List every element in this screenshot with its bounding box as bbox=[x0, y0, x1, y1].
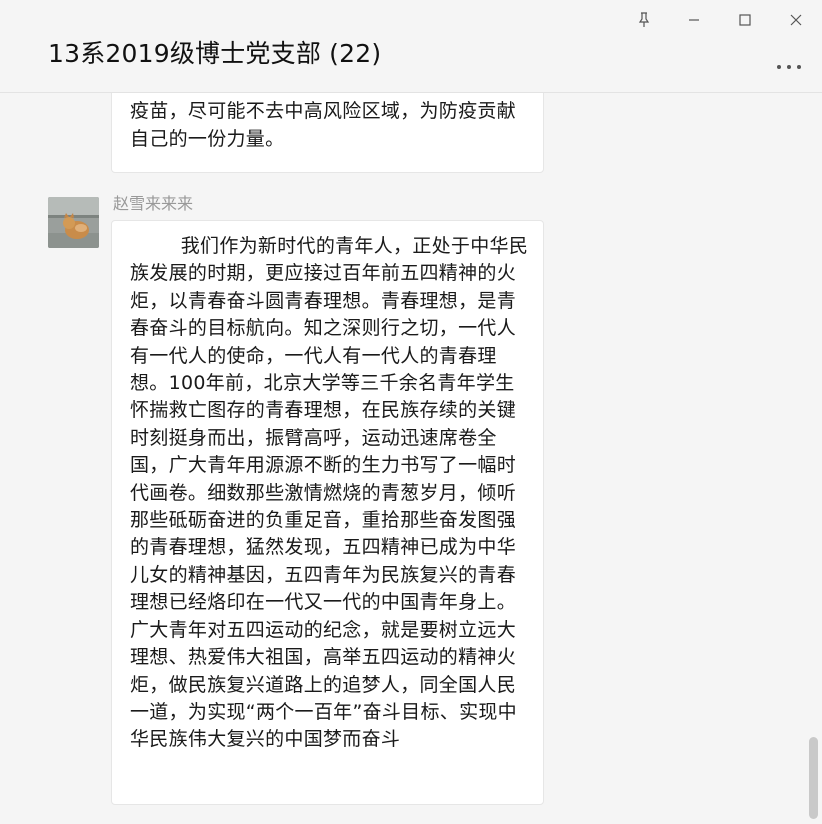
avatar[interactable] bbox=[48, 197, 99, 248]
message-bubble[interactable]: 又遵守政府、学校的防疫规定，积极接种注射疫苗，尽可能不去中高风险区域，为防疫贡献… bbox=[111, 93, 544, 173]
close-icon[interactable] bbox=[782, 6, 810, 34]
message-text: 又遵守政府、学校的防疫规定，积极接种注射疫苗，尽可能不去中高风险区域，为防疫贡献… bbox=[130, 93, 517, 150]
more-options-icon[interactable] bbox=[772, 54, 806, 74]
chat-title: 13系2019级博士党支部 (22) bbox=[48, 39, 382, 68]
message-bubble[interactable]: 我们作为新时代的青年人，正处于中华民族发展的时期，更应接过百年前五四精神的火炬，… bbox=[111, 220, 544, 805]
sender-name: 赵雪来来来 bbox=[113, 194, 194, 213]
chat-message-area[interactable]: 又遵守政府、学校的防疫规定，积极接种注射疫苗，尽可能不去中高风险区域，为防疫贡献… bbox=[0, 93, 822, 824]
title-bar: 13系2019级博士党支部 (22) bbox=[0, 0, 822, 93]
minimize-icon[interactable] bbox=[680, 6, 708, 34]
scrollbar-track[interactable] bbox=[806, 93, 821, 824]
maximize-icon[interactable] bbox=[731, 6, 759, 34]
scrollbar-thumb[interactable] bbox=[809, 737, 818, 819]
pin-icon[interactable] bbox=[630, 6, 658, 34]
message-text: 我们作为新时代的青年人，正处于中华民族发展的时期，更应接过百年前五四精神的火炬，… bbox=[130, 235, 529, 751]
